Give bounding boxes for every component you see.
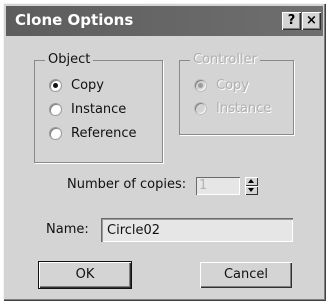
clone-options-dialog: Clone Options ? × Object Copy Instance R…	[3, 3, 326, 301]
controller-copy-label: Copy	[216, 77, 249, 93]
object-instance-option[interactable]: Instance	[49, 100, 126, 118]
object-reference-option[interactable]: Reference	[49, 124, 136, 142]
spinner-up-icon	[245, 177, 258, 186]
object-group: Object Copy Instance Reference	[34, 52, 163, 163]
help-button[interactable]: ?	[282, 12, 301, 30]
copies-spinner	[245, 177, 258, 195]
ok-button[interactable]: OK	[38, 261, 132, 289]
copies-input: 1	[196, 177, 240, 195]
object-instance-label: Instance	[71, 101, 127, 117]
dialog-title: Clone Options	[15, 11, 134, 29]
controller-instance-option: Instance	[194, 99, 271, 117]
controller-instance-radio	[194, 101, 207, 115]
object-copy-option[interactable]: Copy	[49, 76, 104, 94]
controller-instance-label: Instance	[216, 100, 272, 116]
object-copy-label: Copy	[71, 77, 104, 93]
title-bar[interactable]: Clone Options ? ×	[6, 6, 323, 36]
object-reference-label: Reference	[71, 125, 137, 141]
close-button[interactable]: ×	[302, 12, 321, 30]
object-group-legend: Object	[45, 52, 94, 68]
copies-label: Number of copies:	[67, 177, 187, 192]
controller-copy-option: Copy	[194, 76, 249, 94]
object-reference-radio[interactable]	[49, 126, 62, 140]
name-label: Name:	[46, 222, 89, 237]
cancel-button[interactable]: Cancel	[200, 262, 292, 288]
object-copy-radio[interactable]	[49, 78, 62, 92]
spinner-down-icon	[245, 186, 258, 195]
name-input[interactable]	[101, 218, 293, 242]
controller-copy-radio	[194, 78, 207, 92]
controller-group: Controller Copy Instance	[179, 52, 294, 135]
controller-group-legend: Controller	[190, 52, 260, 68]
object-instance-radio[interactable]	[49, 102, 62, 116]
